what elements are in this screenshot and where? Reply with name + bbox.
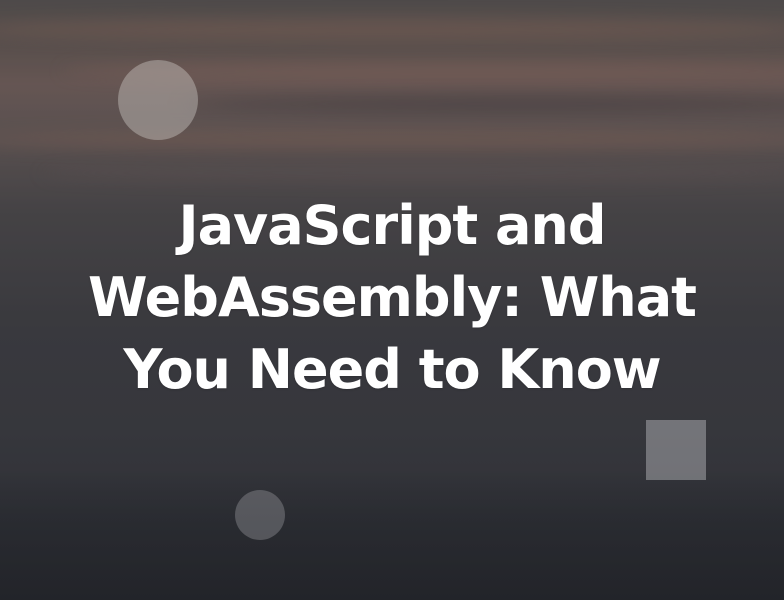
decorative-circle-large	[118, 60, 198, 140]
decorative-square	[646, 420, 706, 480]
hero-title: JavaScript and WebAssembly: What You Nee…	[88, 194, 697, 401]
hero-banner: JavaScript and WebAssembly: What You Nee…	[0, 0, 784, 600]
decorative-circle-small	[235, 490, 285, 540]
